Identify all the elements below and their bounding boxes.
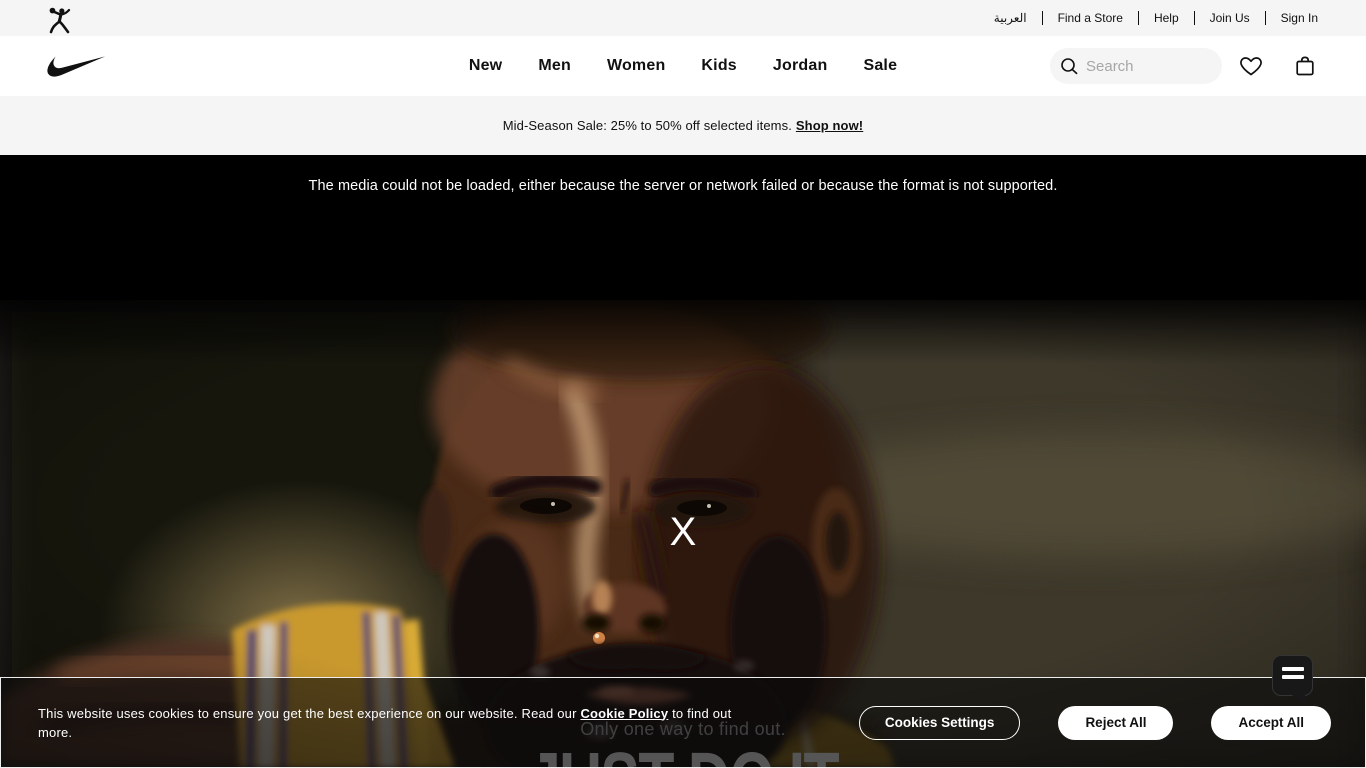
main-nav: New Men Women Kids Jordan Sale xyxy=(469,57,897,75)
bag-icon[interactable] xyxy=(1292,53,1318,79)
chat-line xyxy=(1282,675,1304,679)
help-link[interactable]: Help xyxy=(1154,11,1179,25)
chat-line xyxy=(1282,667,1304,671)
shop-now-link[interactable]: Shop now! xyxy=(796,118,863,133)
promo-message: Mid-Season Sale: 25% to 50% off selected… xyxy=(502,118,792,133)
locale-link-arabic[interactable]: العربية xyxy=(994,11,1027,25)
media-error-message: The media could not be loaded, either be… xyxy=(308,178,1058,194)
header-actions xyxy=(1050,48,1318,84)
search-input[interactable] xyxy=(1086,57,1196,75)
accept-all-button[interactable]: Accept All xyxy=(1211,705,1331,740)
nav-item-jordan[interactable]: Jordan xyxy=(773,57,828,75)
promo-banner: Mid-Season Sale: 25% to 50% off selected… xyxy=(0,96,1366,155)
nav-item-sale[interactable]: Sale xyxy=(863,57,897,75)
utility-links: العربية Find a Store Help Join Us Sign I… xyxy=(994,11,1318,25)
nike-homepage: العربية Find a Store Help Join Us Sign I… xyxy=(0,0,1366,768)
cookie-message: This website uses cookies to ensure you … xyxy=(38,704,743,742)
chat-widget-icon[interactable] xyxy=(1272,655,1313,705)
cookie-policy-link[interactable]: Cookie Policy xyxy=(580,706,668,721)
main-header: New Men Women Kids Jordan Sale xyxy=(0,36,1366,96)
search-bar[interactable] xyxy=(1050,48,1222,84)
divider xyxy=(1193,11,1195,25)
utility-bar: العربية Find a Store Help Join Us Sign I… xyxy=(0,0,1366,36)
search-icon[interactable] xyxy=(1058,55,1080,77)
cookies-settings-button[interactable]: Cookies Settings xyxy=(858,705,1021,740)
find-a-store-link[interactable]: Find a Store xyxy=(1058,11,1123,25)
cookie-consent-banner: This website uses cookies to ensure you … xyxy=(0,677,1366,768)
cookie-actions: Cookies Settings Reject All Accept All xyxy=(858,705,1331,740)
nike-swoosh-logo[interactable] xyxy=(47,53,106,80)
jordan-jumpman-logo[interactable] xyxy=(48,5,73,34)
nav-item-kids[interactable]: Kids xyxy=(701,57,736,75)
join-us-link[interactable]: Join Us xyxy=(1210,11,1250,25)
favorites-heart-icon[interactable] xyxy=(1238,53,1264,79)
nav-item-men[interactable]: Men xyxy=(538,57,571,75)
video-player-region: The media could not be loaded, either be… xyxy=(0,155,1366,300)
cookie-message-start: This website uses cookies to ensure you … xyxy=(38,705,581,721)
nav-item-new[interactable]: New xyxy=(469,57,503,75)
divider xyxy=(1137,11,1139,25)
sign-in-link[interactable]: Sign In xyxy=(1281,11,1318,25)
nav-item-women[interactable]: Women xyxy=(607,57,665,75)
divider xyxy=(1041,11,1043,25)
divider xyxy=(1264,11,1266,25)
reject-all-button[interactable]: Reject All xyxy=(1058,705,1174,740)
video-close-x-icon[interactable]: X xyxy=(670,512,697,552)
